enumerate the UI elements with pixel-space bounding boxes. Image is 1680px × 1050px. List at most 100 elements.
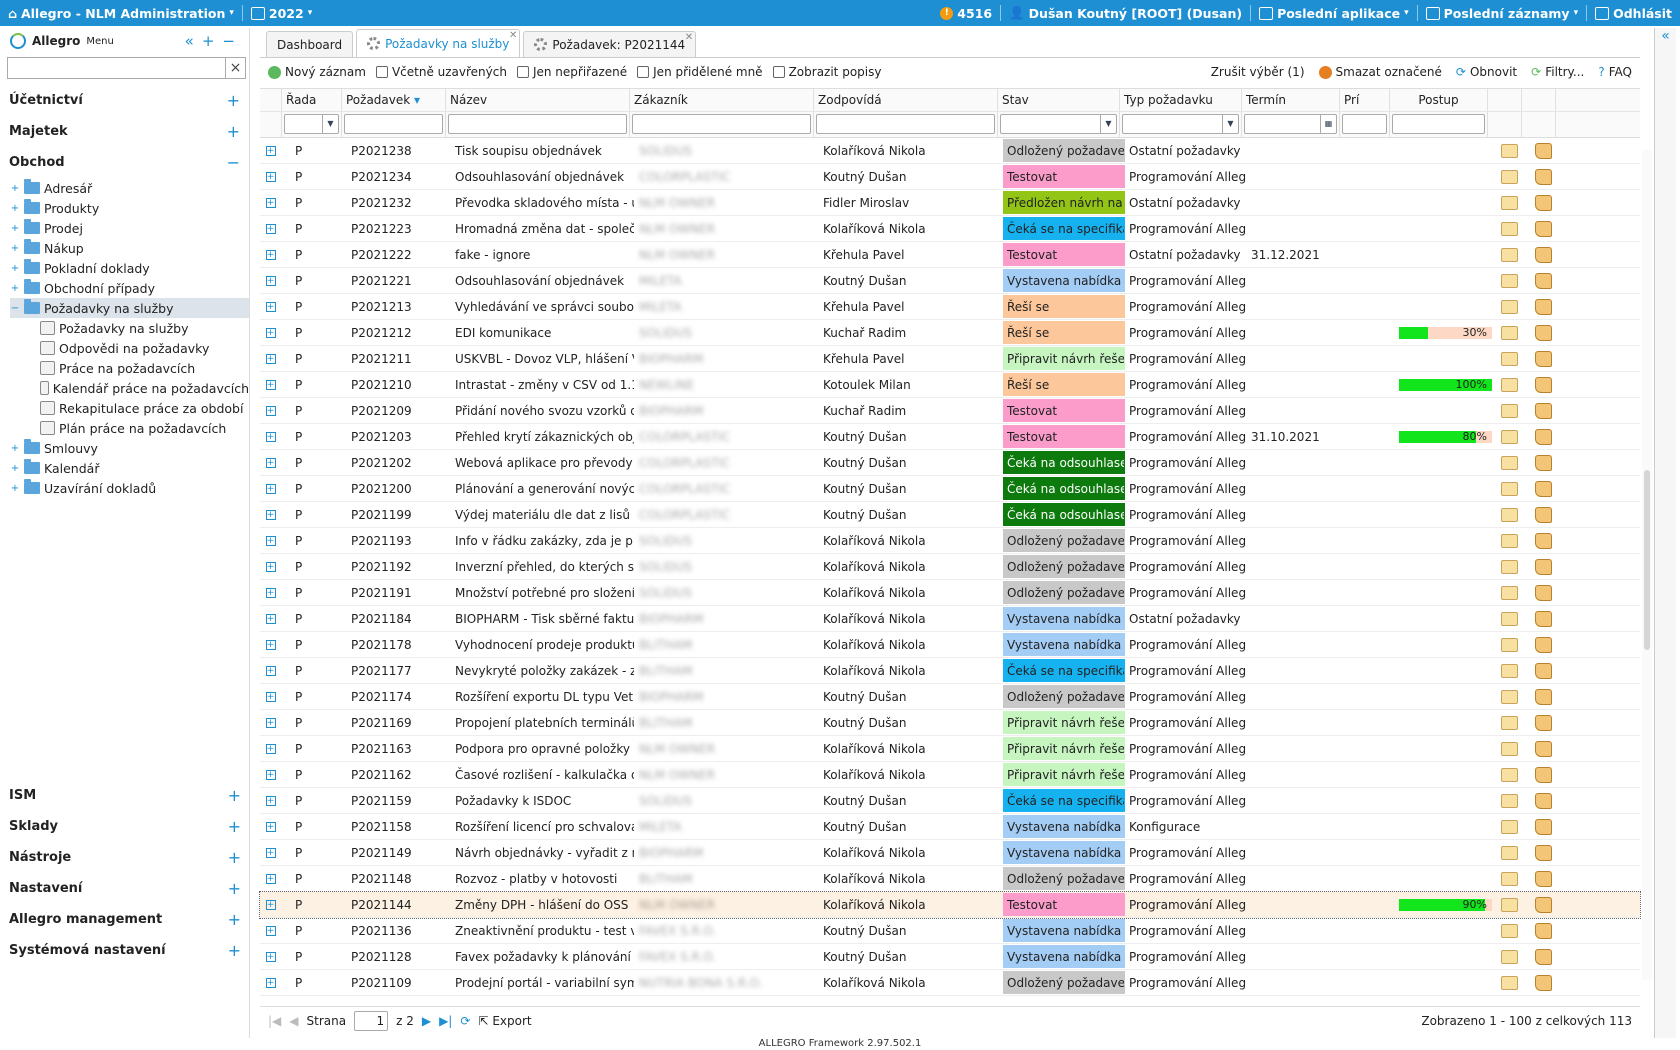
year-selector[interactable]: 2022 ▾ bbox=[243, 6, 320, 21]
work-cell[interactable] bbox=[1527, 268, 1561, 293]
sidebar-section[interactable]: Systémová nastavení + bbox=[4, 935, 250, 966]
notes-icon[interactable] bbox=[1501, 585, 1518, 600]
work-cell[interactable] bbox=[1527, 476, 1561, 501]
expand-row-icon[interactable]: + bbox=[265, 717, 276, 728]
table-row[interactable]: + P P2021223 Hromadná změna dat - společn..… bbox=[260, 216, 1640, 242]
expand-row-icon[interactable]: + bbox=[265, 509, 276, 520]
expand-icon[interactable]: + bbox=[10, 443, 20, 454]
collapse-left-icon[interactable]: « bbox=[1661, 28, 1670, 44]
hand-icon[interactable] bbox=[1535, 428, 1552, 445]
table-row[interactable]: + P P2021193 Info v řádku zakázky, zda je p… bbox=[260, 528, 1640, 554]
expand-row-icon[interactable]: + bbox=[265, 769, 276, 780]
notes-icon[interactable] bbox=[1501, 455, 1518, 470]
logout-button[interactable]: Odhlásit bbox=[1587, 6, 1680, 21]
sidebar-section-obchod[interactable]: Obchod − bbox=[4, 147, 249, 178]
work-cell[interactable] bbox=[1527, 138, 1561, 163]
chevron-down-icon[interactable]: ▼ bbox=[1222, 115, 1238, 133]
hand-icon[interactable] bbox=[1535, 376, 1552, 393]
notes-icon[interactable] bbox=[1501, 429, 1518, 444]
work-cell[interactable] bbox=[1527, 190, 1561, 215]
notes-icon[interactable] bbox=[1501, 715, 1518, 730]
work-cell[interactable] bbox=[1527, 502, 1561, 527]
expand-row-cell[interactable]: + bbox=[260, 450, 282, 475]
expand-row-cell[interactable]: + bbox=[260, 294, 282, 319]
work-cell[interactable] bbox=[1527, 554, 1561, 579]
hand-icon[interactable] bbox=[1535, 792, 1552, 809]
column-header[interactable]: Termín bbox=[1242, 89, 1340, 111]
hand-icon[interactable] bbox=[1535, 896, 1552, 913]
answers-cell[interactable] bbox=[1493, 762, 1527, 787]
answers-cell[interactable] bbox=[1493, 788, 1527, 813]
answers-cell[interactable] bbox=[1493, 554, 1527, 579]
table-row[interactable]: + P P2021174 Rozšíření exportu DL typu Vet b… bbox=[260, 684, 1640, 710]
notes-icon[interactable] bbox=[1501, 481, 1518, 496]
work-cell[interactable] bbox=[1527, 736, 1561, 761]
table-row[interactable]: + P P2021177 Nevykryté položky zakázek - zo… bbox=[260, 658, 1640, 684]
table-row[interactable]: + P P2021234 Odsouhlasování objednávek COLOR… bbox=[260, 164, 1640, 190]
table-row[interactable]: + P P2021238 Tisk soupisu objednávek SOLIDUS… bbox=[260, 138, 1640, 164]
answers-cell[interactable] bbox=[1493, 164, 1527, 189]
hand-icon[interactable] bbox=[1535, 194, 1552, 211]
answers-cell[interactable] bbox=[1493, 268, 1527, 293]
table-row[interactable]: + P P2021209 Přidání nového svozu vzorků do… bbox=[260, 398, 1640, 424]
expand-row-cell[interactable]: + bbox=[260, 424, 282, 449]
work-cell[interactable] bbox=[1527, 164, 1561, 189]
filter-input[interactable]: ▼ bbox=[284, 114, 339, 134]
work-cell[interactable] bbox=[1527, 424, 1561, 449]
expand-row-icon[interactable]: + bbox=[265, 171, 276, 182]
expand-row-cell[interactable]: + bbox=[260, 684, 282, 709]
filters-button[interactable]: ⟳ Filtry... bbox=[1531, 65, 1584, 79]
expand-row-icon[interactable]: + bbox=[265, 925, 276, 936]
work-cell[interactable] bbox=[1527, 788, 1561, 813]
sidebar-section[interactable]: Nastavení + bbox=[4, 873, 250, 904]
answers-cell[interactable] bbox=[1493, 320, 1527, 345]
collapse-icon[interactable]: − bbox=[10, 303, 20, 314]
sidebar-tree-item[interactable]: + Nákup bbox=[10, 238, 249, 258]
expand-row-cell[interactable]: + bbox=[260, 398, 282, 423]
sidebar-subitem[interactable]: Plán práce na požadavcích bbox=[10, 418, 249, 438]
hand-icon[interactable] bbox=[1535, 818, 1552, 835]
expand-row-cell[interactable]: + bbox=[260, 970, 282, 995]
table-row[interactable]: + P P2021199 Výdej materiálu dle dat z lisů… bbox=[260, 502, 1640, 528]
notes-icon[interactable] bbox=[1501, 559, 1518, 574]
table-row[interactable]: + P P2021222 fake - ignore NLM OWNER Křehula … bbox=[260, 242, 1640, 268]
expand-row-icon[interactable]: + bbox=[265, 613, 276, 624]
unassigned-checkbox[interactable]: Jen nepřiřazené bbox=[516, 65, 627, 79]
answers-cell[interactable] bbox=[1493, 450, 1527, 475]
hand-icon[interactable] bbox=[1535, 922, 1552, 939]
table-row[interactable]: + P P2021212 EDI komunikace SOLIDUS Kuchař Ra… bbox=[260, 320, 1640, 346]
close-icon[interactable]: ✕ bbox=[685, 32, 693, 43]
answers-cell[interactable] bbox=[1493, 606, 1527, 631]
answers-cell[interactable] bbox=[1493, 294, 1527, 319]
column-header[interactable]: Název bbox=[446, 89, 630, 111]
table-row[interactable]: + P P2021202 Webová aplikace pro převody ..… bbox=[260, 450, 1640, 476]
expand-row-cell[interactable]: + bbox=[260, 554, 282, 579]
sidebar-search-input[interactable]: × bbox=[7, 57, 246, 79]
table-row[interactable]: + P P2021210 Intrastat - změny v CSV od 1.1… bbox=[260, 372, 1640, 398]
table-row[interactable]: + P P2021184 BIOPHARM - Tisk sběrné faktury… bbox=[260, 606, 1640, 632]
table-row[interactable]: + P P2021213 Vyhledávání ve správci souborů… bbox=[260, 294, 1640, 320]
filter-input[interactable] bbox=[1342, 114, 1387, 134]
expand-row-icon[interactable]: + bbox=[265, 821, 276, 832]
answers-cell[interactable] bbox=[1493, 918, 1527, 943]
expand-row-cell[interactable]: + bbox=[260, 502, 282, 527]
column-header[interactable]: Řada bbox=[282, 89, 342, 111]
hand-icon[interactable] bbox=[1535, 844, 1552, 861]
table-row[interactable]: + P P2021232 Převodka skladového místa - u.… bbox=[260, 190, 1640, 216]
expand-row-icon[interactable]: + bbox=[265, 977, 276, 988]
work-cell[interactable] bbox=[1527, 840, 1561, 865]
table-row[interactable]: + P P2021200 Plánování a generování nových … bbox=[260, 476, 1640, 502]
work-cell[interactable] bbox=[1527, 528, 1561, 553]
table-row[interactable]: + P P2021162 Časové rozlišení - kalkulačka … bbox=[260, 762, 1640, 788]
expand-row-cell[interactable]: + bbox=[260, 190, 282, 215]
expand-icon[interactable]: + bbox=[10, 483, 20, 494]
sidebar-tree-item[interactable]: + Produkty bbox=[10, 198, 249, 218]
notes-icon[interactable] bbox=[1501, 819, 1518, 834]
expand-row-icon[interactable]: + bbox=[265, 691, 276, 702]
expand-row-cell[interactable]: + bbox=[260, 736, 282, 761]
sort-desc-icon[interactable]: ▾ bbox=[410, 93, 420, 107]
expand-icon[interactable]: + bbox=[10, 463, 20, 474]
scrollbar-thumb[interactable] bbox=[1644, 470, 1650, 650]
notes-icon[interactable] bbox=[1501, 767, 1518, 782]
expand-icon[interactable]: + bbox=[10, 283, 20, 294]
